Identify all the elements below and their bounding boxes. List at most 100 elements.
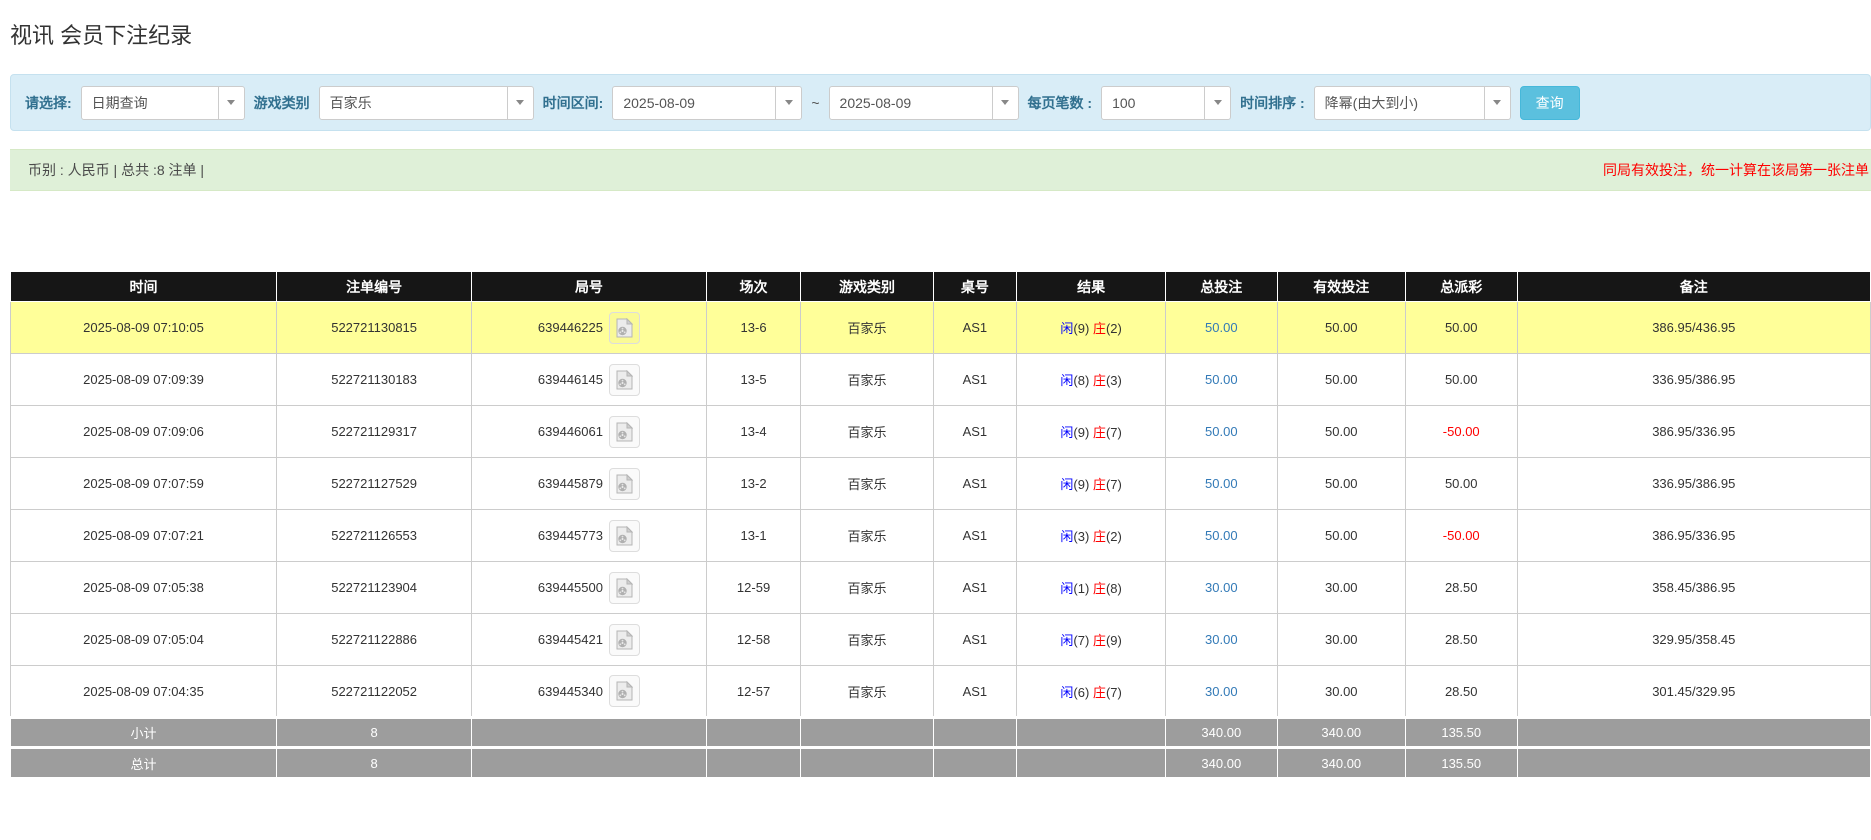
page-size-select[interactable]: 100	[1101, 85, 1232, 120]
grand-total-empty-cell	[1516, 746, 1871, 778]
result-banker-label: 庄	[1092, 477, 1106, 492]
cell-result: 闲(6) 庄(7)	[1016, 665, 1167, 718]
video-replay-button[interactable]	[608, 623, 640, 656]
cell-time: 2025-08-09 07:10:05	[10, 301, 277, 354]
game-type-label: 游戏类别	[253, 94, 310, 111]
date-to-select[interactable]: 2025-08-09	[828, 85, 1019, 120]
result-banker-score: (7)	[1105, 425, 1122, 440]
table-row[interactable]: 2025-08-09 07:07:59 522721127529 639445879…	[10, 457, 1871, 510]
total-bet-link[interactable]: 50.00	[1205, 320, 1238, 335]
table-row[interactable]: 2025-08-09 07:05:38 522721123904 639445500…	[10, 561, 1871, 614]
col-header-total-payout: 总派彩	[1404, 271, 1518, 302]
col-header-table-no: 桌号	[932, 271, 1018, 302]
total-bet-link[interactable]: 50.00	[1205, 476, 1238, 491]
round-number: 639446225	[537, 320, 603, 335]
query-type-select[interactable]: 日期查询	[80, 85, 245, 120]
summary-info: 币别 : 人民币 | 总共 :8 注单 |	[28, 162, 205, 178]
cell-bet-id: 522721130183	[275, 353, 473, 406]
table-row[interactable]: 2025-08-09 07:10:05 522721130815 639446225…	[10, 301, 1871, 354]
video-replay-button[interactable]	[608, 519, 640, 552]
total-bet-link[interactable]: 30.00	[1205, 632, 1238, 647]
round-wrap: 639445500	[538, 571, 640, 604]
date-to-value: 2025-08-09	[839, 94, 912, 111]
result-player-label: 闲	[1060, 633, 1074, 648]
cell-session: 12-58	[705, 613, 802, 666]
subtotal-empty-cell	[1516, 716, 1871, 748]
result-banker-label: 庄	[1092, 684, 1106, 700]
cell-time: 2025-08-09 07:09:06	[10, 405, 277, 458]
cell-remark: 358.45/386.95	[1516, 561, 1871, 614]
round-number: 639445421	[537, 632, 603, 647]
result-player-label: 闲	[1060, 529, 1074, 544]
col-header-round: 局号	[471, 271, 707, 302]
query-type-value: 日期查询	[91, 94, 148, 111]
video-replay-button[interactable]	[608, 571, 640, 604]
cell-bet-id: 522721129317	[275, 405, 473, 458]
cell-time: 2025-08-09 07:07:59	[10, 457, 277, 510]
cell-result: 闲(9) 庄(7)	[1016, 457, 1167, 510]
table-row[interactable]: 2025-08-09 07:09:39 522721130183 639446145…	[10, 353, 1871, 406]
sort-order-label: 时间排序 :	[1240, 94, 1305, 111]
result-player-score: (1)	[1073, 581, 1093, 596]
chevron-down-icon	[775, 86, 802, 119]
cell-time: 2025-08-09 07:05:38	[10, 561, 277, 614]
date-from-select[interactable]: 2025-08-09	[612, 85, 803, 120]
cell-total-bet: 50.00	[1165, 509, 1278, 562]
cell-time: 2025-08-09 07:05:04	[10, 613, 277, 666]
table-row[interactable]: 2025-08-09 07:04:35 522721122052 639445340…	[10, 665, 1871, 718]
result-player-score: (9)	[1073, 321, 1093, 336]
subtotal-empty-cell	[1016, 716, 1167, 748]
subtotal-empty-cell	[471, 716, 707, 748]
round-number: 639445773	[537, 528, 603, 543]
cell-game-type: 百家乐	[800, 353, 934, 406]
cell-bet-id: 522721123904	[275, 561, 473, 614]
cell-game-type: 百家乐	[800, 561, 934, 614]
page-title: 视讯 会员下注纪录	[10, 23, 193, 48]
cell-valid-bet: 30.00	[1276, 665, 1406, 718]
cell-result: 闲(1) 庄(8)	[1016, 561, 1167, 614]
sort-order-select[interactable]: 降幂(由大到小)	[1313, 85, 1511, 120]
video-replay-button[interactable]	[608, 363, 640, 396]
cell-session: 12-57	[705, 665, 802, 718]
total-bet-link[interactable]: 30.00	[1205, 684, 1238, 699]
cell-remark: 336.95/386.95	[1516, 353, 1871, 406]
grand-total-empty-cell	[932, 746, 1018, 778]
cell-bet-id: 522721130815	[275, 301, 473, 354]
search-button[interactable]: 查询	[1519, 85, 1580, 120]
cell-total-payout: 50.00	[1404, 301, 1518, 354]
col-header-result: 结果	[1016, 271, 1167, 302]
round-wrap: 639446061	[538, 415, 640, 448]
cell-bet-id: 522721126553	[275, 509, 473, 562]
cell-valid-bet: 50.00	[1276, 405, 1406, 458]
col-header-time: 时间	[10, 271, 277, 302]
video-replay-button[interactable]	[608, 415, 640, 448]
video-replay-button[interactable]	[608, 311, 640, 344]
result-banker-score: (2)	[1105, 529, 1122, 544]
cell-round: 639446225	[471, 301, 707, 354]
total-bet-link[interactable]: 50.00	[1205, 528, 1238, 543]
result-player-score: (7)	[1073, 633, 1093, 648]
table-row[interactable]: 2025-08-09 07:09:06 522721129317 639446061…	[10, 405, 1871, 458]
video-replay-button[interactable]	[608, 467, 640, 500]
video-record-icon	[616, 525, 633, 545]
grand-total-empty-cell	[800, 746, 934, 778]
cell-time: 2025-08-09 07:09:39	[10, 353, 277, 406]
subtotal-total-payout: 135.50	[1404, 716, 1518, 748]
cell-total-bet: 50.00	[1165, 405, 1278, 458]
cell-result: 闲(3) 庄(2)	[1016, 509, 1167, 562]
cell-game-type: 百家乐	[800, 509, 934, 562]
total-bet-link[interactable]: 50.00	[1205, 424, 1238, 439]
cell-valid-bet: 50.00	[1276, 301, 1406, 354]
total-bet-link[interactable]: 50.00	[1205, 372, 1238, 387]
result-player-label: 闲	[1060, 477, 1074, 492]
game-type-select[interactable]: 百家乐	[318, 85, 534, 120]
cell-remark: 386.95/436.95	[1516, 301, 1871, 354]
video-replay-button[interactable]	[608, 675, 640, 707]
subtotal-total-bet: 340.00	[1165, 716, 1278, 748]
table-row[interactable]: 2025-08-09 07:07:21 522721126553 639445773…	[10, 509, 1871, 562]
result-player-label: 闲	[1060, 581, 1074, 596]
total-bet-link[interactable]: 30.00	[1205, 580, 1238, 595]
table-row[interactable]: 2025-08-09 07:05:04 522721122886 639445421…	[10, 613, 1871, 666]
subtotal-count: 8	[275, 716, 473, 748]
cell-remark: 329.95/358.45	[1516, 613, 1871, 666]
